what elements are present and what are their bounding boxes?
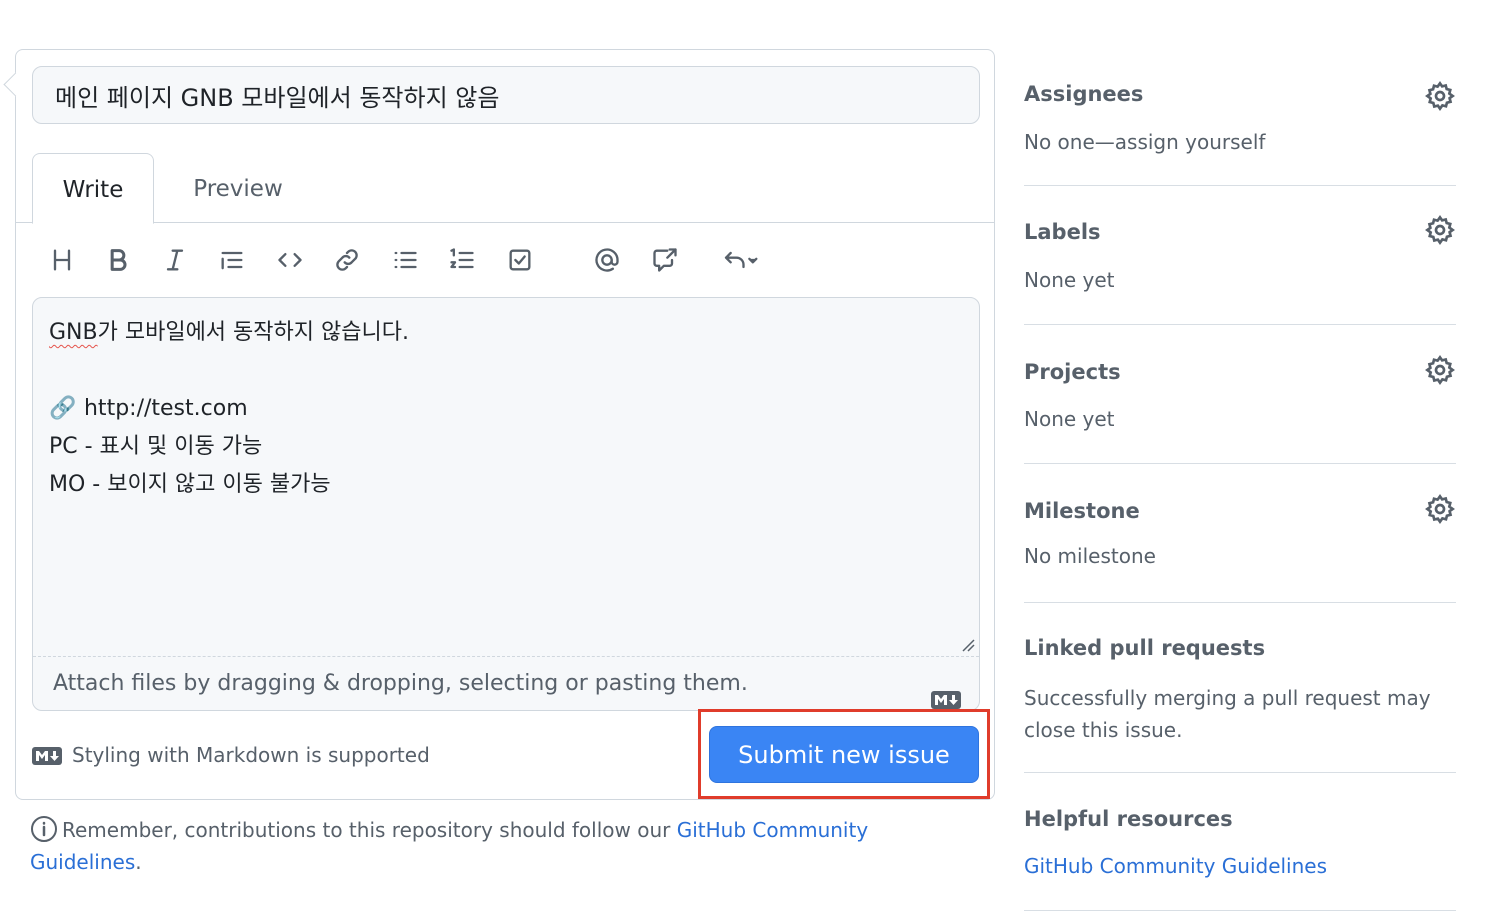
markdown-icon: [931, 676, 961, 709]
assignees-section: Assignees No one—assign yourself: [1024, 64, 1456, 186]
assignees-heading: Assignees: [1024, 82, 1144, 106]
italic-icon[interactable]: [155, 238, 195, 282]
helpful-resources-heading: Helpful resources: [1024, 807, 1233, 831]
helpful-resources-section: Helpful resources GitHub Community Guide…: [1024, 773, 1456, 911]
code-icon[interactable]: [270, 238, 310, 282]
milestone-value: No milestone: [1024, 544, 1156, 568]
ordered-list-icon[interactable]: [442, 238, 482, 282]
issue-title-input[interactable]: [32, 66, 980, 124]
contribution-reminder: Remember, contributions to this reposito…: [30, 814, 930, 878]
projects-value: None yet: [1024, 407, 1115, 431]
assignees-value[interactable]: No one—assign yourself: [1024, 130, 1265, 154]
linked-pull-requests-value: Successfully merging a pull request may …: [1024, 686, 1431, 742]
link-emoji-icon: 🔗: [49, 396, 77, 421]
submit-new-issue-button[interactable]: Submit new issue: [709, 726, 979, 783]
labels-gear-icon[interactable]: [1424, 214, 1456, 246]
attach-files-bar[interactable]: Attach files by dragging & dropping, sel…: [33, 656, 979, 710]
task-list-icon[interactable]: [500, 238, 540, 282]
linked-pull-requests-section: Linked pull requests Successfully mergin…: [1024, 603, 1456, 773]
comment-body-textarea[interactable]: GNB가 모바일에서 동작하지 않습니다. 🔗 http://test.com …: [32, 297, 980, 711]
markdown-support-note[interactable]: Styling with Markdown is supported: [32, 740, 430, 770]
milestone-gear-icon[interactable]: [1424, 493, 1456, 525]
cross-reference-icon[interactable]: [645, 238, 685, 282]
new-issue-form: Write Preview: [15, 49, 995, 800]
link-icon[interactable]: [327, 238, 367, 282]
assignees-gear-icon[interactable]: [1424, 80, 1456, 112]
projects-section: Projects None yet: [1024, 325, 1456, 464]
comment-body-text[interactable]: GNB가 모바일에서 동작하지 않습니다. 🔗 http://test.com …: [49, 314, 949, 504]
markdown-icon: [32, 746, 62, 765]
reply-icon[interactable]: [710, 238, 770, 282]
issue-sidebar: Assignees No one—assign yourself Labels …: [1024, 64, 1456, 911]
markdown-toolbar: [42, 238, 802, 282]
labels-section: Labels None yet: [1024, 186, 1456, 325]
heading-icon[interactable]: [42, 238, 82, 282]
mention-icon[interactable]: [587, 238, 627, 282]
labels-value: None yet: [1024, 268, 1115, 292]
bold-icon[interactable]: [98, 238, 138, 282]
unordered-list-icon[interactable]: [385, 238, 425, 282]
linked-pull-requests-heading: Linked pull requests: [1024, 636, 1266, 660]
labels-heading: Labels: [1024, 220, 1101, 244]
milestone-section: Milestone No milestone: [1024, 464, 1456, 603]
resize-handle-icon[interactable]: [961, 638, 975, 652]
info-icon: [30, 815, 58, 843]
projects-gear-icon[interactable]: [1424, 354, 1456, 386]
tab-preview[interactable]: Preview: [174, 153, 302, 224]
editor-tabs: Write Preview: [16, 153, 994, 224]
milestone-heading: Milestone: [1024, 499, 1140, 523]
quote-icon[interactable]: [212, 238, 252, 282]
tab-write[interactable]: Write: [32, 153, 154, 224]
helpful-guidelines-link[interactable]: GitHub Community Guidelines: [1024, 854, 1327, 878]
projects-heading: Projects: [1024, 360, 1121, 384]
